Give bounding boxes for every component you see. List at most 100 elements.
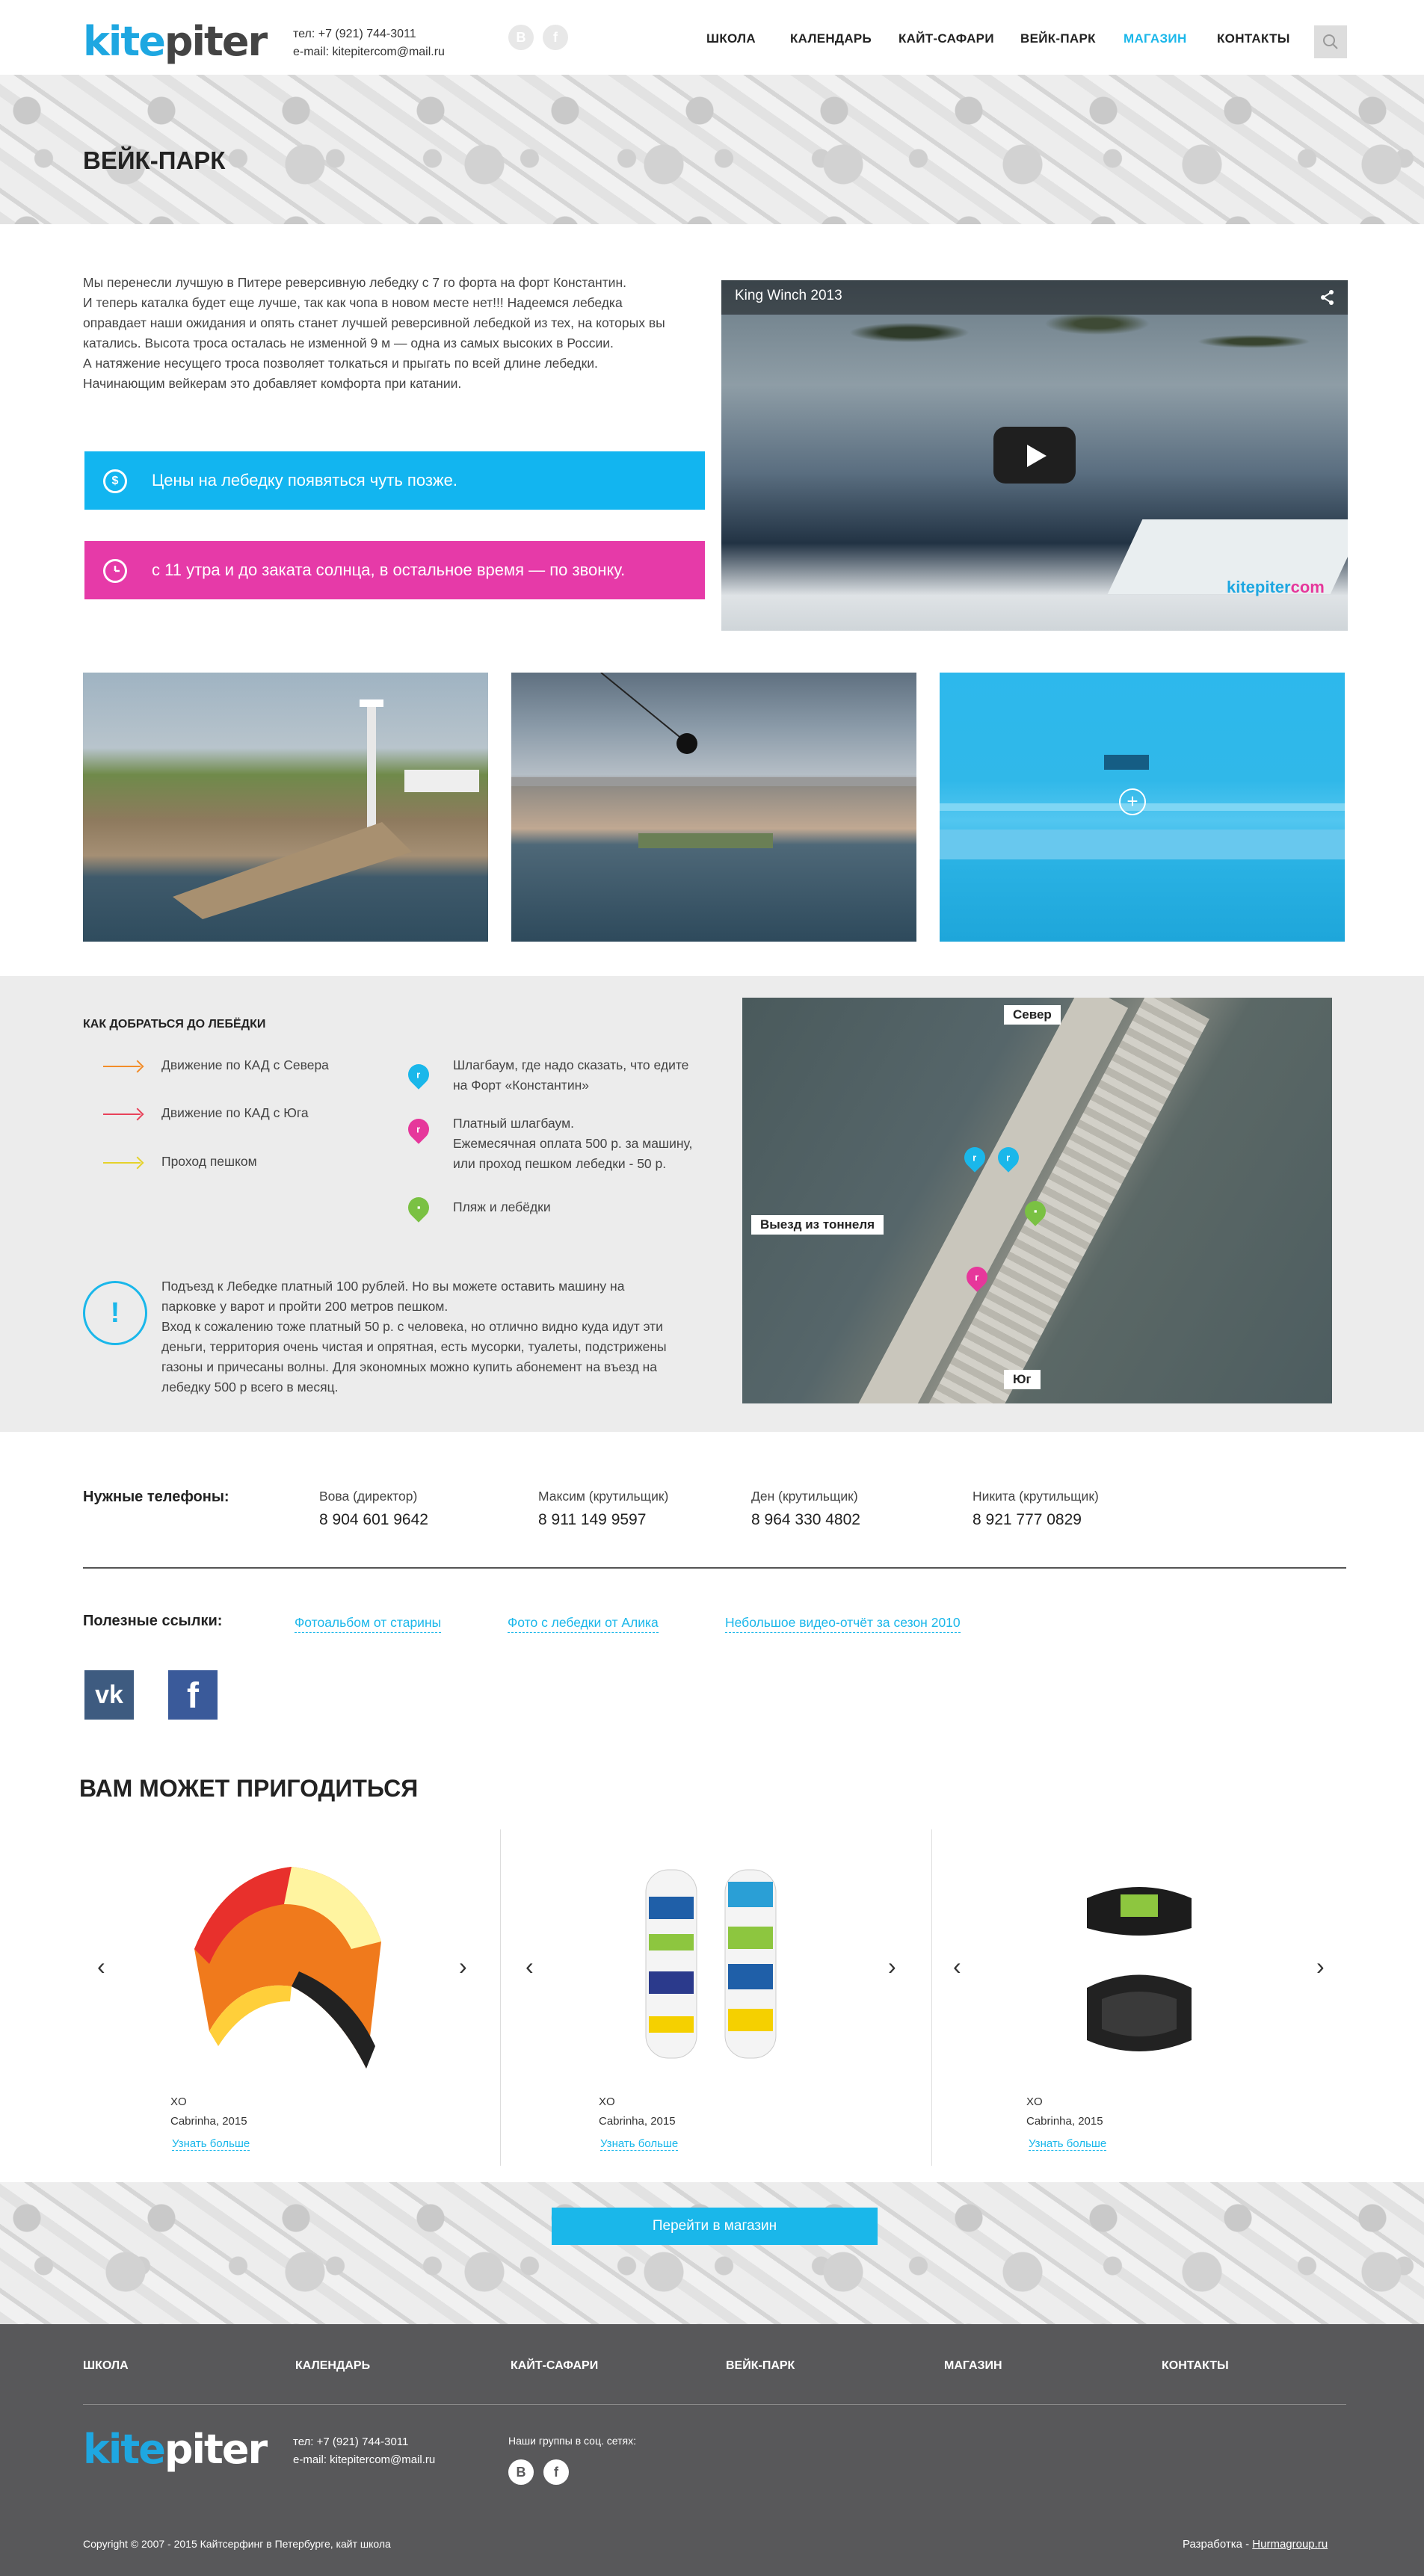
note-line: лебедку 500 р всего в месяц. — [161, 1380, 339, 1394]
video-player[interactable]: King Winch 2013 kitepitercom — [721, 280, 1348, 631]
photo-wake-jump — [511, 673, 916, 848]
zoom-icon[interactable]: + — [1119, 788, 1146, 815]
note-line: деньги, территория очень чистая и опрятн… — [161, 1339, 667, 1354]
footer-logo-kite: kite — [83, 2426, 166, 2473]
photo-winch-tower — [173, 699, 479, 919]
point-beach: Пляж и лебёдки — [453, 1197, 551, 1217]
contact-name: Никита (крутильщик) — [973, 1489, 1099, 1504]
satellite-map[interactable]: r r r ▪ Север Выезд из тоннеля Юг — [742, 998, 1332, 1403]
nav-contacts[interactable]: КОНТАКТЫ — [1217, 31, 1290, 46]
vk-icon[interactable]: В — [508, 2459, 534, 2485]
facebook-icon[interactable]: f — [168, 1670, 218, 1720]
video-watermark-part1: kitepiter — [1227, 578, 1291, 596]
carousel-prev-button[interactable]: ‹ — [953, 1953, 961, 1980]
footer-nav-wake-park[interactable]: ВЕЙК-ПАРК — [726, 2359, 795, 2373]
page: kitepiter тел: +7 (921) 744-3011 e-mail:… — [0, 0, 1424, 2576]
nav-kite-safari[interactable]: КАЙТ-САФАРИ — [899, 31, 994, 46]
site-logo[interactable]: kitepiter — [83, 18, 268, 65]
intro-line: оправдает наши ожидания и опять станет л… — [83, 315, 665, 330]
footer-nav-kite-safari[interactable]: КАЙТ-САФАРИ — [511, 2359, 598, 2373]
card-divider — [931, 1829, 932, 2166]
route-north-label: Движение по КАД с Севера — [161, 1057, 329, 1072]
gallery-photo[interactable] — [83, 673, 488, 942]
product-more-link[interactable]: Узнать больше — [600, 2137, 679, 2151]
footer-nav-school[interactable]: ШКОЛА — [83, 2359, 129, 2373]
site-footer: ШКОЛА КАЛЕНДАРЬ КАЙТ-САФАРИ ВЕЙК-ПАРК МА… — [0, 2324, 1424, 2576]
contact-number[interactable]: 8 964 330 4802 — [751, 1511, 860, 1529]
map-label-north: Север — [1004, 1005, 1061, 1025]
carousel-prev-button[interactable]: ‹ — [525, 1953, 534, 1980]
video-title[interactable]: King Winch 2013 — [735, 288, 842, 304]
nav-wake-park[interactable]: ВЕЙК-ПАРК — [1020, 31, 1096, 46]
carousel-prev-button[interactable]: ‹ — [97, 1953, 105, 1980]
carousel-next-button[interactable]: › — [1316, 1953, 1325, 1980]
gallery-photo[interactable]: + — [940, 673, 1345, 942]
link-video-report[interactable]: Небольшое видео-отчёт за сезон 2010 — [725, 1615, 961, 1633]
link-photo-album[interactable]: Фотоальбом от старины — [295, 1615, 442, 1633]
divider — [83, 1567, 1346, 1569]
product-more-link[interactable]: Узнать больше — [1029, 2137, 1107, 2151]
vk-icon[interactable]: В — [508, 25, 534, 50]
contact-name: Ден (крутильщик) — [751, 1489, 858, 1504]
shop-banner — [0, 2182, 1424, 2324]
product-name: XO — [170, 2095, 187, 2108]
header-phone: тел: +7 (921) 744-3011 — [293, 28, 416, 40]
hours-notice: с 11 утра и до заката солнца, в остально… — [84, 541, 705, 599]
go-to-shop-button[interactable]: Перейти в магазин — [552, 2208, 878, 2245]
site-header: kitepiter тел: +7 (921) 744-3011 e-mail:… — [0, 0, 1424, 75]
carousel-next-button[interactable]: › — [459, 1953, 467, 1980]
intro-line: И теперь каталка будет еще лучше, так ка… — [83, 295, 623, 310]
footer-phone: тел: +7 (921) 744-3011 — [293, 2436, 409, 2448]
intro-text: Мы перенесли лучшую в Питере реверсивную… — [83, 273, 703, 394]
point-paid-line: Платный шлагбаум. — [453, 1116, 575, 1131]
point-barrier-line: на Форт «Константин» — [453, 1078, 589, 1093]
nav-school[interactable]: ШКОЛА — [706, 31, 756, 46]
product-brand: Cabrinha, 2015 — [170, 2115, 247, 2128]
note-line: Подъезд к Лебедке платный 100 рублей. Но… — [161, 1279, 625, 1294]
footer-nav-contacts[interactable]: КОНТАКТЫ — [1162, 2359, 1229, 2373]
nav-shop[interactable]: МАГАЗИН — [1124, 31, 1187, 46]
vk-icon[interactable]: vk — [84, 1670, 134, 1720]
card-divider — [500, 1829, 501, 2166]
contact-number[interactable]: 8 911 149 9597 — [538, 1511, 646, 1529]
logo-text-kite: kite — [83, 18, 166, 65]
facebook-icon[interactable]: f — [543, 25, 568, 50]
video-frame-foliage — [721, 315, 1348, 404]
directions-title: КАК ДОБРАТЬСЯ ДО ЛЕБЁДКИ — [83, 1018, 266, 1031]
footer-logo[interactable]: kitepiter — [83, 2426, 268, 2473]
play-button[interactable] — [993, 427, 1076, 484]
footer-email[interactable]: e-mail: kitepitercom@mail.ru — [293, 2451, 435, 2469]
product-image-harness[interactable] — [1079, 1876, 1199, 2063]
product-image-board[interactable] — [641, 1867, 791, 2061]
link-winch-photos[interactable]: Фото с лебедки от Алика — [508, 1615, 659, 1633]
point-paid-barrier: Платный шлагбаум. Ежемесячная оплата 500… — [453, 1114, 692, 1174]
logo-text-piter: piter — [164, 18, 268, 65]
footer-nav-shop[interactable]: МАГАЗИН — [944, 2359, 1002, 2373]
route-south-label: Движение по КАД с Юга — [161, 1105, 309, 1120]
developer-link[interactable]: Hurmagroup.ru — [1252, 2538, 1328, 2551]
facebook-icon[interactable]: f — [543, 2459, 569, 2485]
footer-nav-calendar[interactable]: КАЛЕНДАРЬ — [295, 2359, 370, 2373]
contact-number[interactable]: 8 904 601 9642 — [319, 1511, 428, 1529]
carousel-next-button[interactable]: › — [888, 1953, 896, 1980]
route-north-arrow-icon — [103, 1066, 141, 1067]
product-image-kite[interactable] — [179, 1859, 381, 2076]
header-email[interactable]: e-mail: kitepitercom@mail.ru — [293, 43, 445, 61]
hours-notice-text: с 11 утра и до заката солнца, в остально… — [152, 560, 626, 579]
price-notice-text: Цены на лебедку появяться чуть позже. — [152, 471, 457, 489]
links-title: Полезные ссылки: — [83, 1613, 223, 1629]
contact-name: Вова (директор) — [319, 1489, 418, 1504]
products-title: ВАМ МОЖЕТ ПРИГОДИТЬСЯ — [79, 1775, 419, 1802]
intro-line: А натяжение несущего троса позволяет тол… — [83, 356, 598, 371]
route-walk-label: Проход пешком — [161, 1154, 257, 1169]
intro-line: Мы перенесли лучшую в Питере реверсивную… — [83, 275, 626, 290]
search-button[interactable] — [1314, 25, 1347, 58]
nav-calendar[interactable]: КАЛЕНДАРЬ — [790, 31, 872, 46]
contact-number[interactable]: 8 921 777 0829 — [973, 1511, 1082, 1529]
product-more-link[interactable]: Узнать больше — [172, 2137, 250, 2151]
video-watermark-part2: com — [1290, 578, 1325, 596]
map-label-south: Юг — [1004, 1370, 1041, 1389]
footer-groups-label: Наши группы в соц. сетях: — [508, 2435, 636, 2447]
share-icon[interactable] — [1319, 289, 1336, 310]
gallery-photo[interactable] — [511, 673, 916, 942]
